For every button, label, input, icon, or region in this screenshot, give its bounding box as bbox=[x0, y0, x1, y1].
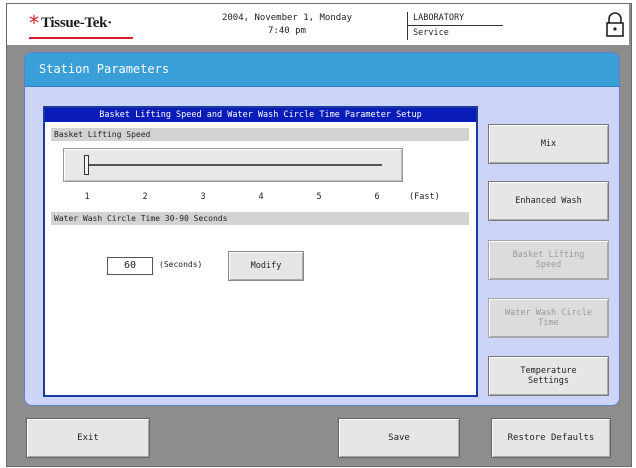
mix-button[interactable]: Mix bbox=[488, 124, 609, 164]
datetime-display: 2004, November 1, Monday 7:40 pm bbox=[212, 12, 362, 38]
lifting-speed-slider[interactable] bbox=[63, 148, 403, 182]
wash-time-header: Water Wash Circle Time 30-90 Seconds bbox=[51, 212, 469, 225]
date-text: 2004, November 1, Monday bbox=[221, 13, 353, 23]
speed-tick-label: 6 bbox=[374, 192, 380, 202]
speed-tick-label: 1 bbox=[84, 192, 90, 202]
padlock-icon[interactable] bbox=[604, 12, 626, 38]
brand-logo: * Tissue-Tek · bbox=[29, 11, 112, 35]
temperature-settings-button[interactable]: Temperature Settings bbox=[488, 356, 609, 396]
parameter-setup-box: Basket Lifting Speed and Water Wash Circ… bbox=[43, 106, 478, 397]
enhanced-wash-button[interactable]: Enhanced Wash bbox=[488, 181, 609, 221]
exit-button[interactable]: Exit bbox=[26, 418, 150, 458]
water-wash-circle-time-button[interactable]: Water Wash Circle Time bbox=[488, 298, 609, 338]
basket-lifting-speed-button[interactable]: Basket Lifting Speed bbox=[488, 240, 609, 280]
save-button[interactable]: Save bbox=[338, 418, 460, 458]
header-bar: * Tissue-Tek · 2004, November 1, Monday 7… bbox=[7, 4, 629, 45]
modify-button[interactable]: Modify bbox=[228, 251, 304, 281]
speed-tick-label: 3 bbox=[200, 192, 206, 202]
lifting-speed-header: Basket Lifting Speed bbox=[51, 128, 469, 141]
speed-tick-label: 5 bbox=[316, 192, 322, 202]
location-info: LABORATORY Service bbox=[413, 11, 464, 41]
slider-thumb[interactable] bbox=[84, 155, 89, 175]
slider-track bbox=[86, 164, 382, 166]
asterisk-logo-icon: * bbox=[29, 11, 39, 35]
speed-tick-label: 4 bbox=[258, 192, 264, 202]
page-title: Station Parameters bbox=[25, 53, 619, 87]
location-text: LABORATORY bbox=[413, 13, 465, 23]
speed-tick-label: 2 bbox=[142, 192, 148, 202]
wash-time-input[interactable]: 60 bbox=[107, 257, 153, 275]
brand-name: Tissue-Tek bbox=[41, 14, 108, 31]
time-text: 7:40 pm bbox=[268, 26, 306, 36]
restore-defaults-button[interactable]: Restore Defaults bbox=[491, 418, 611, 458]
setup-title: Basket Lifting Speed and Water Wash Circ… bbox=[45, 108, 476, 122]
role-text: Service bbox=[413, 28, 449, 38]
header-divider bbox=[407, 12, 408, 40]
brand-underline bbox=[29, 37, 133, 39]
brand-suffix: · bbox=[107, 14, 112, 31]
fast-label: (Fast) bbox=[409, 192, 440, 202]
seconds-unit-label: (Seconds) bbox=[159, 260, 203, 269]
